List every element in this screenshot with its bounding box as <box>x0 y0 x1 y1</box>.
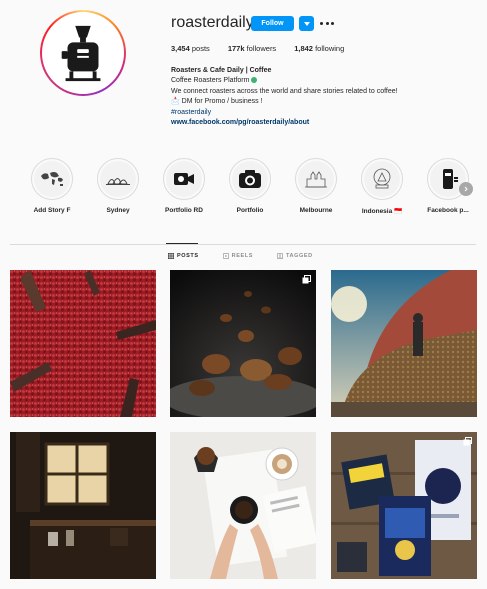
snow-globe-icon <box>373 168 391 189</box>
posts-count: 3,454 posts <box>171 44 210 53</box>
tab-tagged[interactable]: TAGGED <box>277 253 313 259</box>
tag-icon <box>277 253 283 259</box>
highlight-label: Indonesia 🇮🇩 <box>361 208 403 215</box>
highlight-label: Portfolio RD <box>165 207 203 214</box>
highlight-label: Add Story F <box>33 207 71 214</box>
leaf-emoji-icon <box>251 76 258 83</box>
following-count[interactable]: 1,842 following <box>294 44 344 53</box>
camera-icon <box>239 170 261 188</box>
post-tile[interactable] <box>10 432 156 579</box>
tab-posts[interactable]: POSTS <box>168 253 199 259</box>
avatar <box>42 12 124 94</box>
profile-avatar-ring[interactable] <box>40 10 126 96</box>
reels-icon <box>222 253 229 259</box>
post-image-coffee-bags <box>331 432 477 579</box>
highlight-label: Sydney <box>106 207 130 214</box>
opera-house-icon <box>106 178 130 185</box>
profile-stats: 3,454 posts 177k followers 1,842 followi… <box>171 44 344 53</box>
active-tab-indicator <box>166 243 198 244</box>
tabs-divider <box>10 244 476 245</box>
highlight-sydney[interactable]: Sydney <box>88 158 148 214</box>
bio-category-line: Coffee Roasters Platform <box>171 76 398 86</box>
chevron-down-icon <box>303 21 310 26</box>
coffee-roaster-logo-icon <box>61 25 101 82</box>
dot-icon <box>325 21 329 25</box>
dot-icon <box>331 21 334 25</box>
post-image-coffee-cherries <box>10 270 156 417</box>
post-tile[interactable] <box>331 270 477 417</box>
follow-button[interactable]: Follow <box>251 16 294 31</box>
highlight-add-story[interactable]: Add Story F <box>22 158 82 214</box>
profile-tabs: POSTS REELS TAGGED <box>168 253 313 259</box>
highlight-indonesia[interactable]: Indonesia 🇮🇩 <box>352 158 412 215</box>
multiple-photos-icon <box>463 437 472 446</box>
profile-bio: Roasters & Cafe Daily | Coffee Coffee Ro… <box>171 66 398 128</box>
post-image-cafe-window <box>10 432 156 579</box>
building-icon <box>305 171 327 188</box>
bio-name: Roasters & Cafe Daily | Coffee <box>171 67 272 74</box>
video-camera-icon <box>174 173 194 185</box>
dot-icon <box>320 21 323 25</box>
bio-category: Coffee Roasters Platform <box>171 77 250 85</box>
highlight-label: Melbourne <box>299 207 333 214</box>
bio-hashtag[interactable]: #roasterdaily <box>171 108 398 118</box>
post-tile[interactable] <box>10 270 156 417</box>
world-map-icon <box>41 172 63 186</box>
highlight-label: Facebook p... <box>427 207 469 214</box>
highlight-melbourne[interactable]: Melbourne <box>286 158 346 214</box>
highlight-label: Portfolio <box>236 207 264 214</box>
multiple-photos-icon <box>302 275 311 284</box>
post-tile[interactable] <box>170 270 316 417</box>
bio-line1: We connect roasters across the world and… <box>171 87 398 95</box>
post-image-latte-newspaper <box>170 432 316 579</box>
followers-count[interactable]: 177k followers <box>228 44 276 53</box>
tab-reels[interactable]: REELS <box>222 253 253 259</box>
story-highlights: Add Story F Sydney Portfolio RD Portfoli… <box>26 158 476 220</box>
grid-icon <box>168 253 174 259</box>
post-image-falling-beans <box>170 270 316 417</box>
post-tile[interactable] <box>170 432 316 579</box>
post-image-drying-beans <box>331 270 477 417</box>
highlight-portfolio[interactable]: Portfolio <box>220 158 280 214</box>
post-tile[interactable] <box>331 432 477 579</box>
bio-website-link[interactable]: www.facebook.com/pg/roasterdaily/about <box>171 118 398 128</box>
profile-username: roasterdaily <box>171 14 254 31</box>
more-options-button[interactable] <box>320 18 334 28</box>
coffee-machine-icon <box>443 169 458 189</box>
highlight-portfolio-rd[interactable]: Portfolio RD <box>154 158 214 214</box>
highlights-next-button[interactable] <box>459 182 473 196</box>
chevron-right-icon <box>464 186 468 192</box>
bio-line2: 📩 DM for Promo / business ! <box>171 98 263 106</box>
suggested-dropdown-button[interactable] <box>299 16 314 31</box>
